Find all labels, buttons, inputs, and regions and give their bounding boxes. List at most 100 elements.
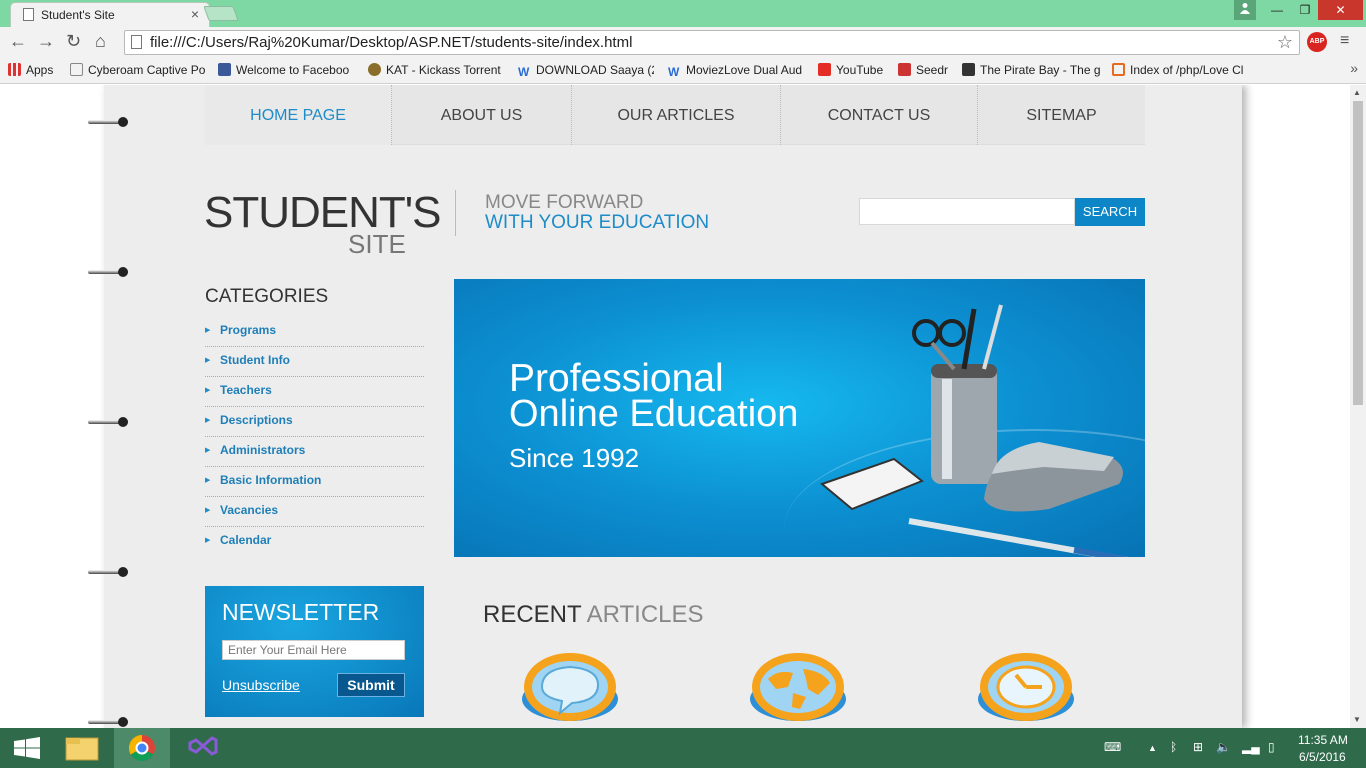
bookmarks-bar: Apps Cyberoam Captive Po Welcome to Face… — [0, 58, 1366, 84]
file-explorer-taskbar-icon[interactable] — [56, 728, 112, 768]
keyboard-icon[interactable]: ⌨ — [1104, 740, 1121, 754]
pirate-ship-icon — [962, 63, 975, 76]
arrow-right-icon: ▶ — [205, 327, 211, 334]
arrow-right-icon: ▶ — [205, 447, 211, 454]
address-bar[interactable]: file:///C:/Users/Raj%20Kumar/Desktop/ASP… — [124, 30, 1300, 55]
clock-date[interactable]: 6/5/2016 — [1299, 750, 1346, 764]
newsletter-box: NEWSLETTER Enter Your Email Here Unsubsc… — [205, 586, 424, 717]
category-item[interactable]: ▶ Student Info — [205, 347, 424, 377]
categories-heading: CATEGORIES — [205, 286, 329, 307]
forward-button[interactable]: → — [37, 31, 55, 52]
search-input[interactable] — [859, 198, 1075, 225]
category-item[interactable]: ▶ Teachers — [205, 377, 424, 407]
facebook-icon — [218, 63, 231, 76]
restore-button[interactable]: ❐ — [1292, 0, 1318, 20]
home-button[interactable]: ⌂ — [95, 31, 106, 52]
browser-tab[interactable]: Student's Site × — [10, 2, 210, 27]
recent-articles-heading: RECENT ARTICLES — [483, 601, 704, 628]
show-hidden-icons[interactable]: ▲ — [1148, 743, 1157, 753]
bookmark-item[interactable]: Welcome to Faceboo — [218, 63, 354, 77]
windows-taskbar: ⌨ ▲ ᛒ ⊞ 🔈 ▂▄ ▯ 11:35 AM 6/5/2016 — [0, 728, 1366, 768]
kat-icon — [368, 63, 381, 76]
newsletter-submit-button[interactable]: Submit — [337, 673, 405, 697]
page-viewport: HOME PAGE ABOUT US OUR ARTICLES CONTACT … — [0, 85, 1350, 728]
newsletter-title: NEWSLETTER — [222, 599, 380, 625]
arrow-right-icon: ▶ — [205, 417, 211, 424]
browser-menu-icon[interactable]: ≡ — [1340, 32, 1349, 50]
bookmark-item[interactable]: W MoviezLove Dual Aud — [668, 63, 804, 79]
scroll-down-icon[interactable]: ▼ — [1353, 715, 1361, 724]
binder-ring-icon — [88, 717, 132, 727]
battery-icon[interactable]: ▯ — [1268, 740, 1275, 754]
nav-about-us[interactable]: ABOUT US — [392, 85, 572, 145]
nav-contact-us[interactable]: CONTACT US — [781, 85, 978, 145]
category-item[interactable]: ▶ Vacancies — [205, 497, 424, 527]
windows-tray-icon[interactable]: ⊞ — [1193, 740, 1203, 754]
bookmark-item[interactable]: KAT - Kickass Torrent — [368, 63, 504, 77]
bookmark-item[interactable]: Cyberoam Captive Po — [70, 63, 205, 77]
clock-time[interactable]: 11:35 AM — [1298, 733, 1348, 747]
chat-bubble-icon[interactable] — [520, 649, 620, 723]
nav-sitemap[interactable]: SITEMAP — [978, 85, 1145, 145]
url-text[interactable]: file:///C:/Users/Raj%20Kumar/Desktop/ASP… — [150, 34, 632, 51]
windows-logo-icon[interactable] — [0, 728, 56, 768]
page-icon — [23, 8, 34, 21]
arrow-right-icon: ▶ — [205, 537, 211, 544]
binder-ring-icon — [88, 267, 132, 277]
reload-button[interactable]: ↻ — [66, 31, 81, 52]
tab-close-icon[interactable]: × — [191, 6, 199, 22]
unsubscribe-link[interactable]: Unsubscribe — [222, 677, 300, 693]
bluetooth-icon[interactable]: ᛒ — [1170, 740, 1177, 754]
stationery-illustration — [820, 304, 1129, 557]
page-icon — [70, 63, 83, 76]
bookmark-item[interactable]: The Pirate Bay - The g — [962, 63, 1102, 77]
header-divider — [455, 190, 456, 236]
category-item[interactable]: ▶ Programs — [205, 317, 424, 347]
wordpress-icon: W — [518, 65, 530, 79]
arrow-right-icon: ▶ — [205, 387, 211, 394]
hero-banner: Professional Online Education Since 1992 — [454, 279, 1145, 557]
scroll-up-icon[interactable]: ▲ — [1353, 88, 1361, 97]
browser-titlebar: Student's Site × — ❐ ✕ — [0, 0, 1366, 27]
nav-home-page[interactable]: HOME PAGE — [205, 85, 392, 145]
new-tab-button[interactable] — [203, 6, 239, 21]
bookmark-apps[interactable]: Apps — [8, 63, 60, 77]
window-close-button[interactable]: ✕ — [1318, 0, 1363, 20]
binder-ring-icon — [88, 117, 132, 127]
tagline-line-2: WITH YOUR EDUCATION — [485, 212, 710, 233]
tab-title: Student's Site — [41, 8, 115, 22]
banner-line-2: Online Education — [509, 393, 799, 435]
volume-icon[interactable]: 🔈 — [1216, 740, 1231, 754]
bookmark-star-icon[interactable]: ☆ — [1277, 32, 1293, 53]
clock-icon[interactable] — [976, 649, 1076, 723]
start-button[interactable] — [0, 728, 56, 768]
category-item[interactable]: ▶ Basic Information — [205, 467, 424, 497]
chrome-taskbar-icon[interactable] — [114, 728, 170, 768]
site-logo-sub: SITE — [348, 229, 406, 259]
adblock-plus-icon[interactable]: ABP — [1307, 32, 1327, 52]
bookmark-item[interactable]: W DOWNLOAD Saaya (2 — [518, 63, 654, 79]
network-icon[interactable]: ▂▄ — [1242, 740, 1260, 754]
search-button[interactable]: SEARCH — [1075, 198, 1145, 226]
category-item[interactable]: ▶ Administrators — [205, 437, 424, 467]
apps-grid-icon — [8, 63, 21, 76]
category-item[interactable]: ▶ Descriptions — [205, 407, 424, 437]
binder-ring-icon — [88, 417, 132, 427]
user-profile-icon[interactable] — [1234, 0, 1256, 20]
banner-line-3: Since 1992 — [509, 443, 640, 473]
scrollbar-thumb[interactable] — [1353, 101, 1363, 405]
page-scrollbar[interactable]: ▲ ▼ — [1350, 85, 1366, 728]
newsletter-email-input[interactable]: Enter Your Email Here — [222, 640, 405, 660]
back-button[interactable]: ← — [9, 31, 27, 52]
bookmarks-overflow-icon[interactable]: » — [1350, 60, 1358, 76]
category-item[interactable]: ▶ Calendar — [205, 527, 424, 557]
visual-studio-taskbar-icon[interactable] — [176, 728, 232, 768]
wordpress-icon: W — [668, 65, 680, 79]
nav-our-articles[interactable]: OUR ARTICLES — [572, 85, 781, 145]
bookmark-item[interactable]: YouTube — [818, 63, 888, 77]
tagline-line-1: MOVE FORWARD — [485, 192, 644, 213]
minimize-button[interactable]: — — [1264, 0, 1290, 20]
globe-icon[interactable] — [748, 649, 848, 723]
bookmark-item[interactable]: Seedr — [898, 63, 953, 77]
bookmark-item[interactable]: Index of /php/Love Cl — [1112, 63, 1247, 77]
